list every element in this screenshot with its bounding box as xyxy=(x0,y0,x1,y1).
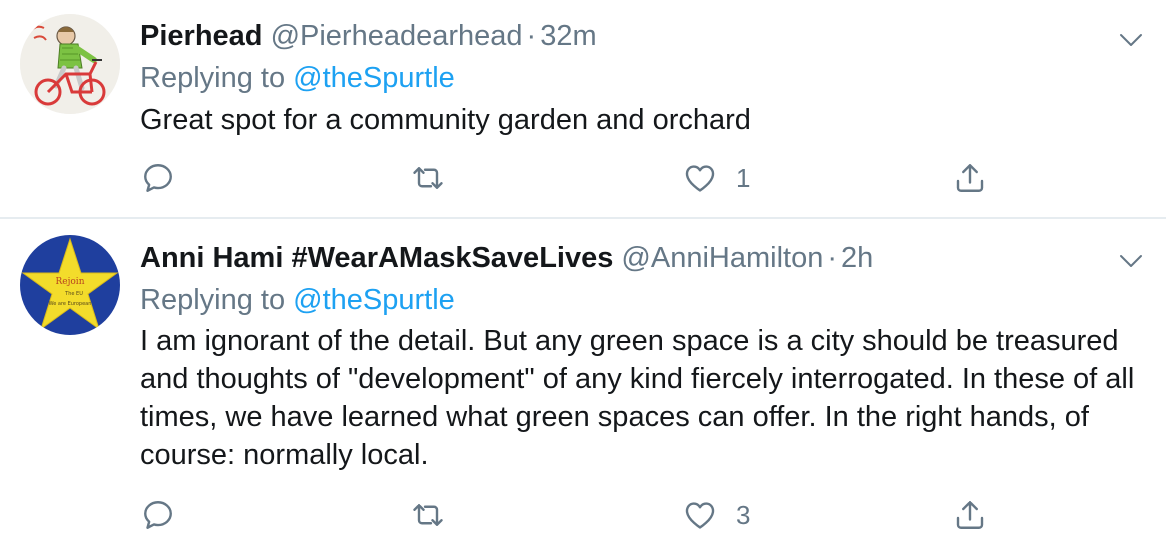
more-options-button[interactable] xyxy=(1114,26,1148,54)
tweet-text: I am ignorant of the detail. But any gre… xyxy=(140,325,1135,471)
share-icon xyxy=(956,164,984,192)
separator-dot: · xyxy=(526,20,537,52)
tweet-actions: 1 xyxy=(140,153,1020,203)
reply-button[interactable] xyxy=(140,153,194,203)
avatar-star-text: The EU xyxy=(64,291,83,297)
rejoin-star-avatar-icon: Rejoin The EU We are European xyxy=(20,235,120,335)
timestamp[interactable]: 32m xyxy=(540,20,596,52)
like-button[interactable]: 3 xyxy=(682,490,750,540)
replying-to-label: Replying to xyxy=(140,284,286,316)
chevron-down-icon xyxy=(1120,255,1142,267)
avatar-star-text: We are European xyxy=(49,301,92,307)
replying-to-mention[interactable]: @theSpurtle xyxy=(293,62,455,94)
retweet-button[interactable] xyxy=(410,490,464,540)
heart-icon xyxy=(685,165,715,192)
chevron-down-icon xyxy=(1120,34,1142,46)
replying-to-mention[interactable]: @theSpurtle xyxy=(293,284,455,316)
heart-icon xyxy=(685,502,715,529)
replying-to-label: Replying to xyxy=(140,62,286,94)
like-count: 1 xyxy=(736,162,751,193)
user-handle[interactable]: @AnniHamilton xyxy=(621,242,823,274)
tweet-header: Pierhead @Pierheadearhead · 32m xyxy=(140,16,597,56)
replying-to: Replying to @theSpurtle xyxy=(140,58,455,98)
share-button[interactable] xyxy=(952,490,988,540)
tweet[interactable]: Rejoin The EU We are European Anni Hami … xyxy=(0,219,1166,548)
avatar[interactable]: Rejoin The EU We are European xyxy=(20,235,120,335)
tweet-header: Anni Hami #WearAMaskSaveLives @AnniHamil… xyxy=(140,238,873,278)
like-count: 3 xyxy=(736,499,751,530)
avatar[interactable] xyxy=(20,14,120,114)
more-options-button[interactable] xyxy=(1114,247,1148,275)
timestamp[interactable]: 2h xyxy=(841,242,873,274)
avatar-star-text: Rejoin xyxy=(56,277,85,287)
like-button[interactable]: 1 xyxy=(682,153,750,203)
retweet-icon xyxy=(413,504,443,526)
tweet-text: Great spot for a community garden and or… xyxy=(140,104,751,136)
retweet-button[interactable] xyxy=(410,153,464,203)
retweet-icon xyxy=(413,167,443,189)
replying-to: Replying to @theSpurtle xyxy=(140,280,455,320)
reply-icon xyxy=(144,501,172,529)
display-name[interactable]: Anni Hami #WearAMaskSaveLives xyxy=(140,242,613,274)
user-handle[interactable]: @Pierheadearhead xyxy=(271,20,523,52)
reply-icon xyxy=(144,164,172,192)
share-button[interactable] xyxy=(952,153,988,203)
reply-button[interactable] xyxy=(140,490,194,540)
tweet-actions: 3 xyxy=(140,490,1020,540)
display-name[interactable]: Pierhead xyxy=(140,20,263,52)
cyclist-drawing-avatar-icon xyxy=(20,14,120,114)
separator-dot: · xyxy=(827,242,838,274)
tweet[interactable]: Pierhead @Pierheadearhead · 32m Replying t… xyxy=(0,0,1166,218)
share-icon xyxy=(956,501,984,529)
